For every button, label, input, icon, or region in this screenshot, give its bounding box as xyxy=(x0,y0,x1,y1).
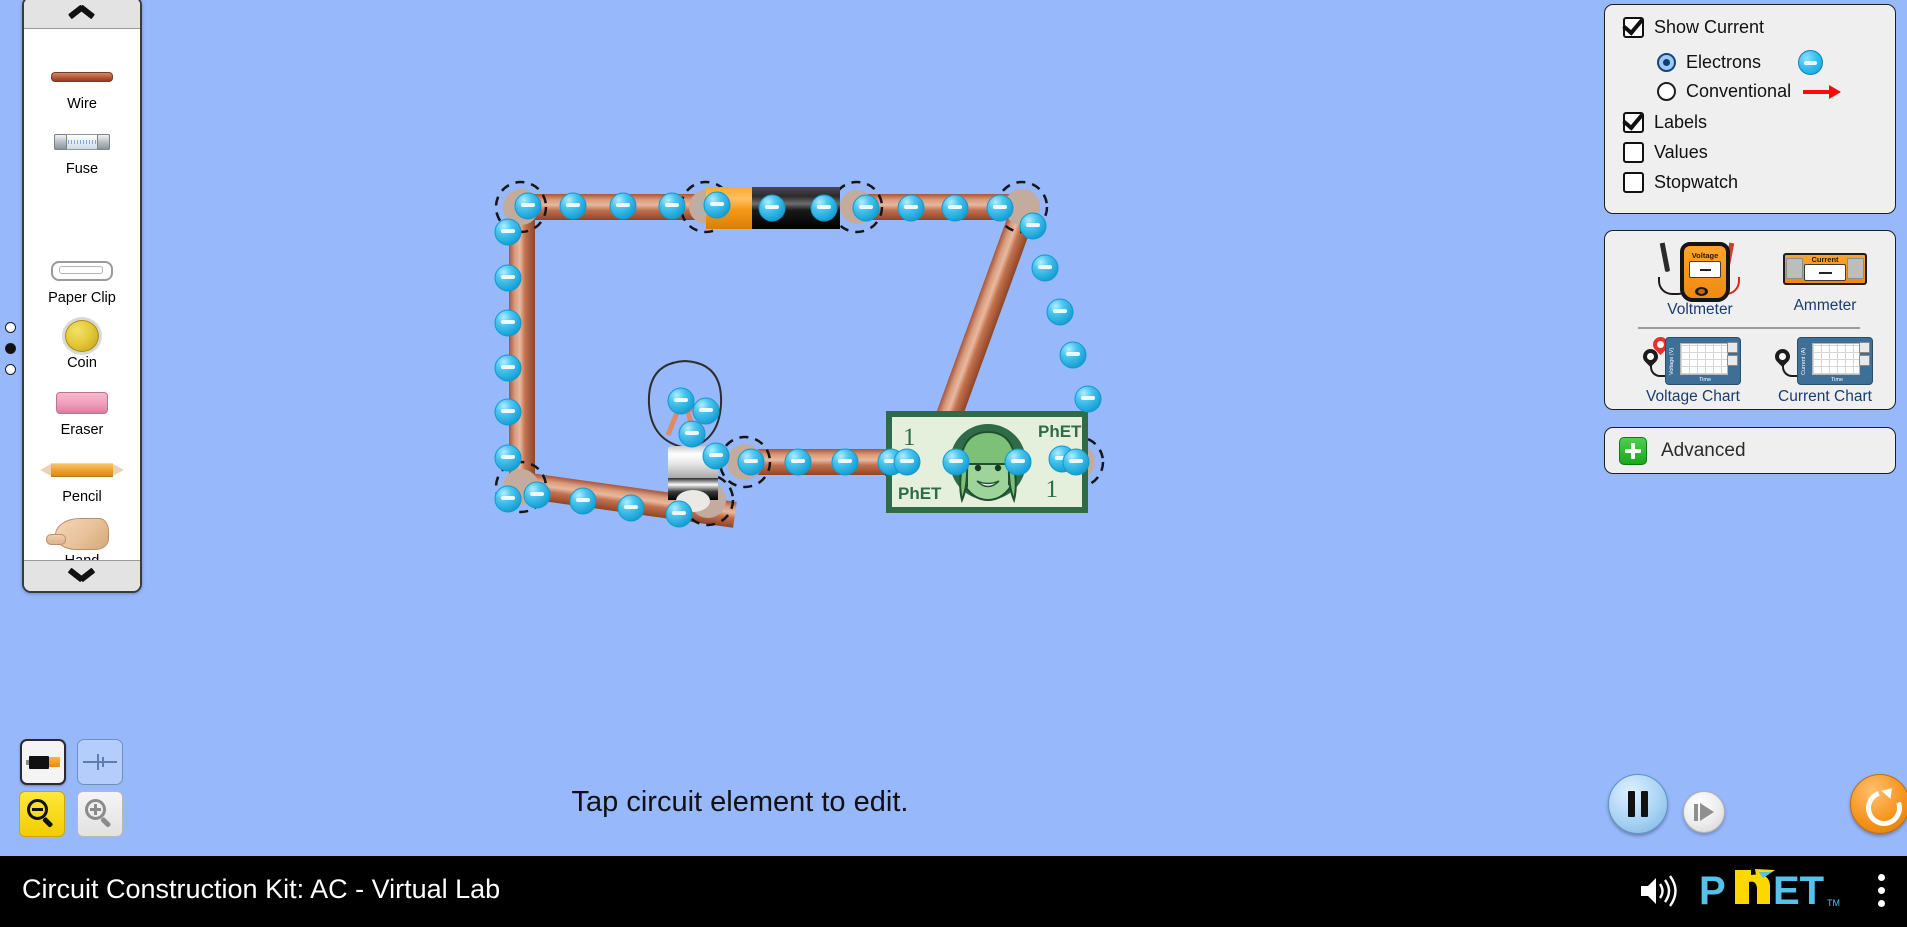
current-chart-label: Current Chart xyxy=(1778,388,1872,405)
fuse-icon xyxy=(24,125,140,159)
page-dot-1[interactable] xyxy=(5,322,16,333)
plus-icon[interactable] xyxy=(1619,436,1647,465)
coin-icon xyxy=(24,317,140,355)
labels-label: Labels xyxy=(1654,112,1708,132)
ammeter-screen-title: Current xyxy=(1811,255,1839,264)
toolbox-item-label: Eraser xyxy=(60,422,104,438)
carousel-page-down-button[interactable] xyxy=(24,560,140,591)
checkbox-icon[interactable] xyxy=(1623,17,1644,38)
radio-button-icon[interactable] xyxy=(1657,53,1676,72)
voltage-chart-ylabel: Voltage (V) xyxy=(1669,347,1675,375)
current-chart-icon: Current (A) Time xyxy=(1771,335,1875,385)
step-forward-icon xyxy=(1694,803,1714,821)
page-dot-2[interactable] xyxy=(5,343,16,354)
labels-checkbox-row[interactable]: Labels xyxy=(1623,112,1707,133)
wire-icon xyxy=(24,60,140,94)
toolbox-item-pencil[interactable]: Pencil xyxy=(24,453,140,505)
voltage-chart-icon: Voltage (V) Time xyxy=(1639,333,1743,385)
hand-icon xyxy=(24,517,140,551)
ammeter-icon: Current xyxy=(1783,253,1867,285)
toolbox-item-label: Paper Clip xyxy=(48,290,116,306)
toolbox-item-label: Coin xyxy=(67,355,97,371)
carousel-page-indicator[interactable] xyxy=(5,322,16,385)
checkbox-icon[interactable] xyxy=(1623,172,1644,193)
panel-divider xyxy=(1638,327,1860,329)
navigation-bar: Circuit Construction Kit: AC - Virtual L… xyxy=(0,856,1907,927)
svg-text:ET: ET xyxy=(1773,869,1824,913)
voltmeter-label: Voltmeter xyxy=(1667,301,1733,318)
svg-text:1: 1 xyxy=(903,424,916,451)
ammeter-tool[interactable]: Current Ammeter xyxy=(1757,253,1893,315)
pause-icon xyxy=(1625,791,1651,817)
voltmeter-icon: Voltage xyxy=(1648,236,1752,302)
svg-text:P: P xyxy=(1699,869,1726,913)
advanced-accordion-box[interactable]: Advanced xyxy=(1604,427,1896,474)
toolbox-item-fuse[interactable]: Fuse xyxy=(24,125,140,177)
sound-on-icon[interactable] xyxy=(1637,874,1677,908)
toolbox-item-list: Wire Fuse Paper Clip Coin Eraser Pencil xyxy=(24,28,140,569)
pencil-icon xyxy=(24,453,140,487)
display-options-panel: Show Current Electrons Conventional Labe… xyxy=(1604,4,1896,214)
radio-button-icon[interactable] xyxy=(1657,82,1676,101)
checkbox-icon[interactable] xyxy=(1623,142,1644,163)
values-label: Values xyxy=(1654,142,1708,162)
view-lifelike-button[interactable] xyxy=(20,739,66,785)
circuit-element-toolbox[interactable]: Wire Fuse Paper Clip Coin Eraser Pencil xyxy=(22,0,142,593)
sim-title: Circuit Construction Kit: AC - Virtual L… xyxy=(22,874,501,904)
step-forward-button[interactable] xyxy=(1683,791,1725,833)
toolbox-item-eraser[interactable]: Eraser xyxy=(24,386,140,438)
simulation-root: 1 1 PhET PhET Wire Fuse Paper Clip Coin … xyxy=(0,0,1907,927)
current-chart-ylabel: Current (A) xyxy=(1801,347,1807,375)
advanced-label: Advanced xyxy=(1661,439,1746,461)
show-current-label: Show Current xyxy=(1654,17,1765,37)
show-current-checkbox-row[interactable]: Show Current xyxy=(1623,17,1764,38)
toolbox-item-coin[interactable]: Coin xyxy=(24,317,140,371)
svg-text:PhET: PhET xyxy=(1038,422,1082,441)
view-schematic-button[interactable] xyxy=(77,739,123,785)
reset-all-button[interactable] xyxy=(1850,774,1907,834)
phet-logo[interactable]: P ET TM xyxy=(1699,868,1849,913)
ammeter-label: Ammeter xyxy=(1793,297,1857,314)
toolbox-item-label: Wire xyxy=(67,96,97,112)
checkbox-icon[interactable] xyxy=(1623,112,1644,133)
battery-lifelike-icon xyxy=(26,755,61,769)
svg-text:1: 1 xyxy=(1046,476,1059,503)
wire-left xyxy=(509,205,535,485)
voltmeter-tool[interactable]: Voltage Voltmeter xyxy=(1625,236,1775,319)
wire-right-diagonal xyxy=(934,202,1038,428)
conventional-label: Conventional xyxy=(1686,81,1792,101)
chevron-up-icon xyxy=(69,7,95,20)
electron-chip-icon xyxy=(1798,50,1824,75)
stopwatch-checkbox-row[interactable]: Stopwatch xyxy=(1623,172,1738,193)
voltage-chart-tool[interactable]: Voltage (V) Time Voltage Chart xyxy=(1625,333,1761,406)
voltage-chart-label: Voltage Chart xyxy=(1646,388,1740,405)
voltage-chart-xlabel: Time xyxy=(1698,377,1712,383)
electrons-radio-row[interactable]: Electrons xyxy=(1657,50,1824,75)
electrons-label: Electrons xyxy=(1686,52,1762,72)
conventional-radio-row[interactable]: Conventional xyxy=(1657,81,1842,102)
stopwatch-label: Stopwatch xyxy=(1654,172,1739,192)
edit-hint-text: Tap circuit element to edit. xyxy=(571,786,909,818)
paper-clip-icon xyxy=(24,254,140,288)
eraser-icon xyxy=(24,386,140,420)
svg-text:PhET: PhET xyxy=(898,484,942,503)
toolbox-item-label: Pencil xyxy=(62,489,102,505)
svg-text:TM: TM xyxy=(1827,898,1840,908)
current-chart-xlabel: Time xyxy=(1830,377,1844,383)
sensor-toolbox-panel: Voltage Voltmeter Current Ammeter Voltag… xyxy=(1604,230,1896,410)
toolbox-item-wire[interactable]: Wire xyxy=(24,60,140,112)
play-pause-button[interactable] xyxy=(1608,774,1668,834)
chevron-down-icon xyxy=(69,570,95,583)
reset-all-icon xyxy=(1860,784,1907,832)
kebab-menu-icon[interactable] xyxy=(1878,874,1885,913)
red-arrow-icon xyxy=(1803,84,1842,99)
toolbox-item-paper-clip[interactable]: Paper Clip xyxy=(24,254,140,306)
toolbox-item-label: Fuse xyxy=(65,161,99,177)
carousel-page-up-button[interactable] xyxy=(24,0,140,29)
voltmeter-screen-title: Voltage xyxy=(1691,251,1719,260)
current-chart-tool[interactable]: Current (A) Time Current Chart xyxy=(1757,335,1893,406)
battery-schematic-icon xyxy=(83,751,117,773)
page-dot-3[interactable] xyxy=(5,364,16,375)
values-checkbox-row[interactable]: Values xyxy=(1623,142,1708,163)
